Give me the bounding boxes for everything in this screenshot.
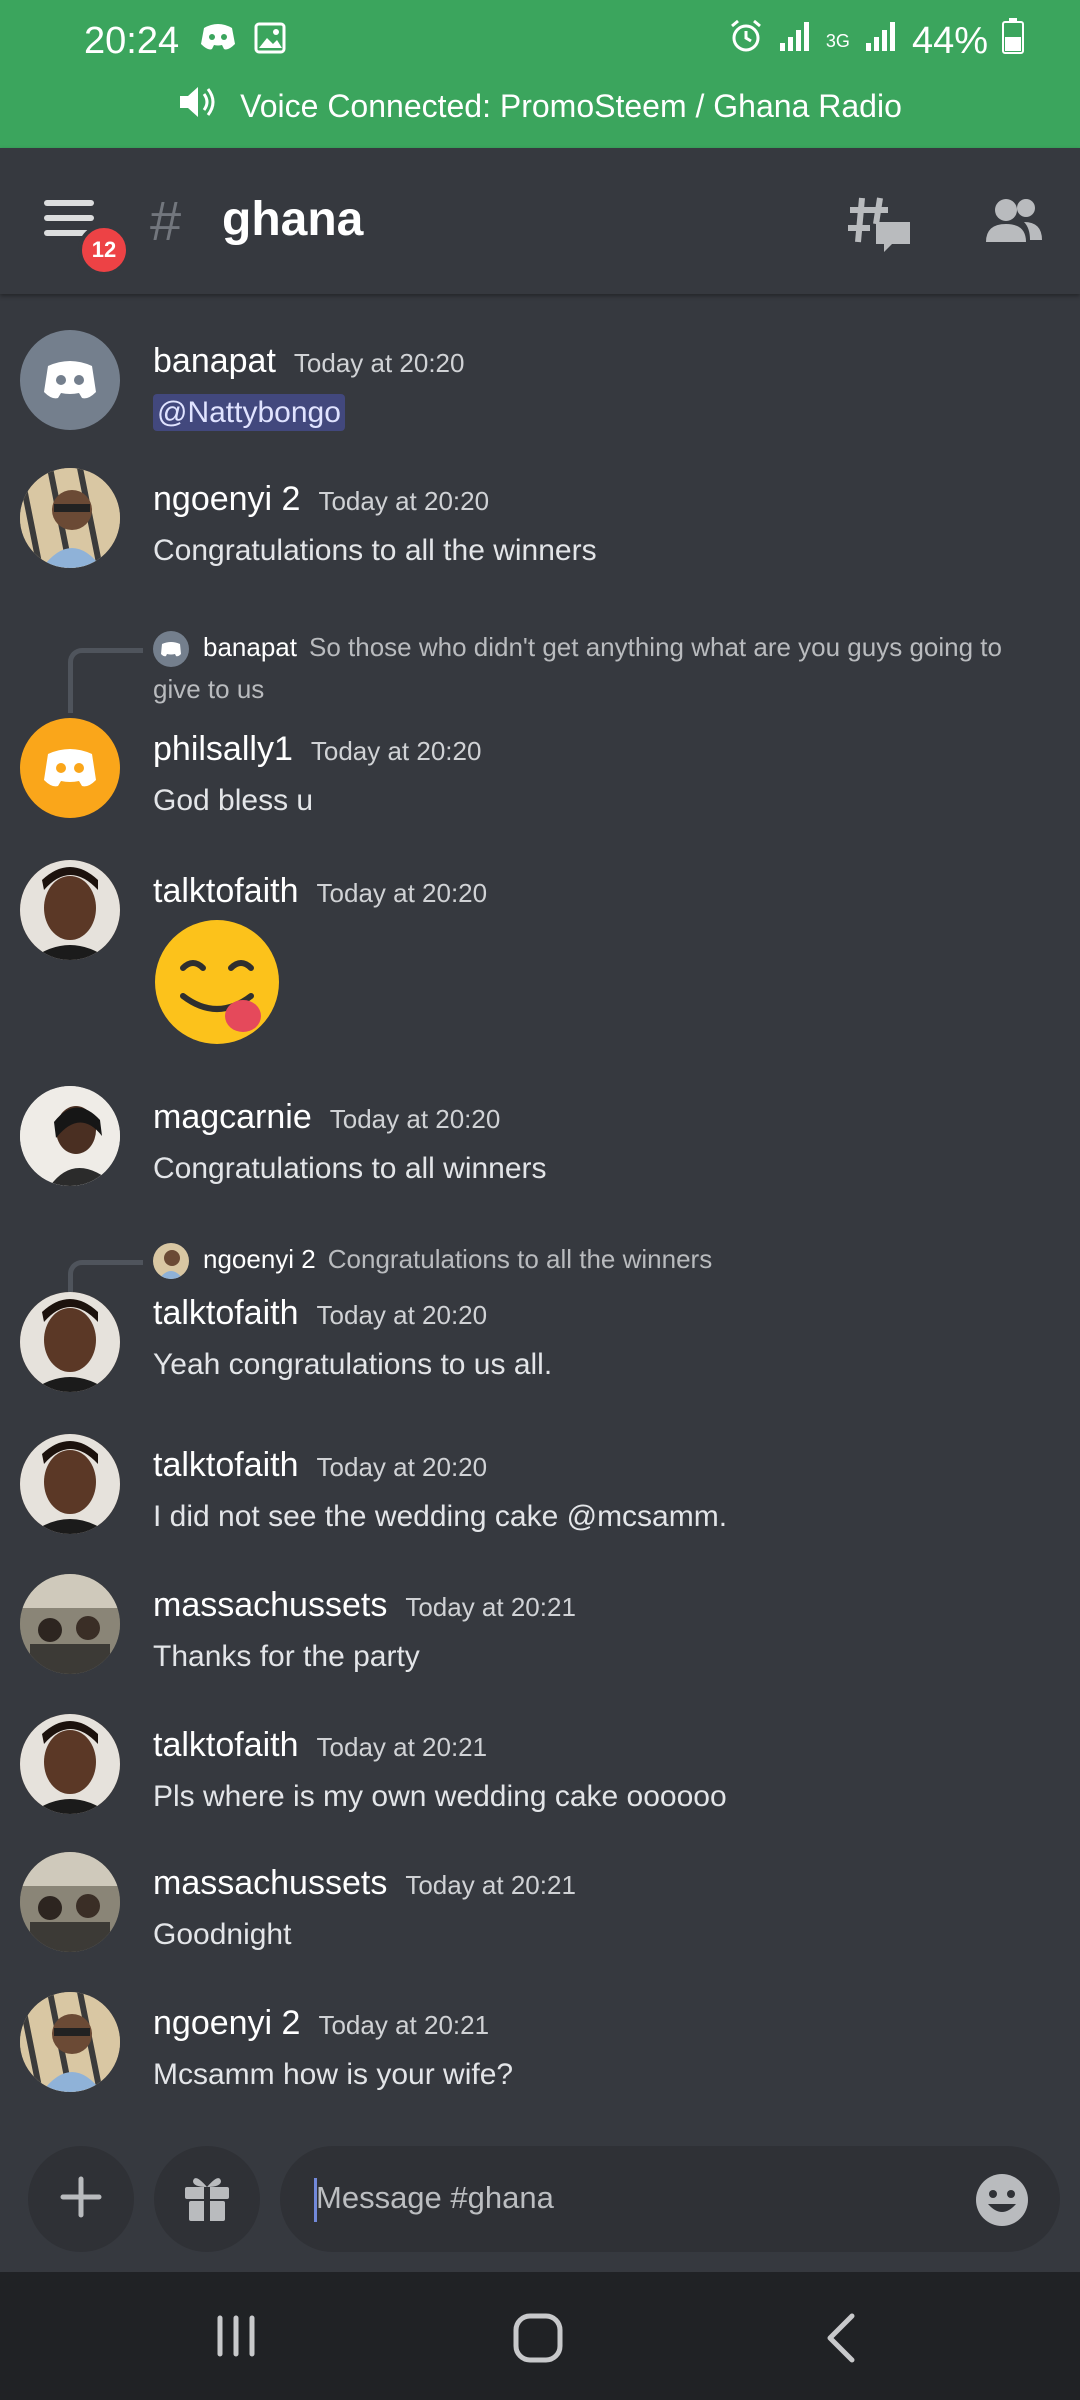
gallery-notification-icon [254,22,286,58]
message-composer: Message #ghana [0,2140,1080,2270]
message-text: Congratulations to all winners [153,1152,547,1185]
recent-apps-icon[interactable] [212,2312,260,2364]
username[interactable]: magcarnie [153,1098,312,1137]
username[interactable]: ngoenyi 2 [153,2004,300,2043]
reply-preview[interactable]: banapat So those who didn't get anything … [153,626,1033,710]
battery-percent: 44% [911,19,988,62]
system-navigation-bar [0,2272,1080,2400]
avatar[interactable] [20,330,120,430]
threads-icon[interactable] [848,194,912,258]
username[interactable]: banapat [153,342,276,381]
username[interactable]: talktofaith [153,872,299,911]
avatar[interactable] [20,1434,120,1534]
reply-avatar [153,631,189,668]
username[interactable]: philsally1 [153,730,293,769]
notification-badge: 12 [78,224,130,276]
timestamp: Today at 20:21 [405,1592,576,1622]
voice-connected-text: Voice Connected: PromoSteem / Ghana Radi… [240,87,902,124]
avatar[interactable] [20,1574,120,1674]
battery-icon [1002,18,1024,64]
reply-username: ngoenyi 2 [203,1244,316,1274]
message-text: Pls where is my own wedding cake oooooo [153,1780,727,1813]
gift-button[interactable] [154,2146,260,2252]
back-icon[interactable] [822,2312,862,2368]
username[interactable]: ngoenyi 2 [153,480,300,519]
reply-preview[interactable]: ngoenyi 2 Congratulations to all the winn… [153,1238,1033,1280]
avatar[interactable] [20,1852,120,1952]
avatar[interactable] [20,718,120,818]
alarm-icon [728,18,764,64]
signal-icon [778,19,812,63]
timestamp: Today at 20:21 [318,2010,490,2040]
avatar[interactable] [20,1714,120,1814]
emoji-picker-icon[interactable] [974,2172,1030,2232]
username[interactable]: talktofaith [153,1446,299,1485]
status-time: 20:24 [84,20,180,62]
reply-text: Congratulations to all the winners [327,1244,713,1274]
avatar[interactable] [20,1086,120,1186]
face-savoring-food-emoji [153,918,281,1046]
network-type-label: 3G [825,30,850,51]
timestamp: Today at 20:20 [316,878,488,908]
username[interactable]: talktofaith [153,1294,299,1333]
signal-icon-2 [864,19,898,63]
message-text: Yeah congratulations to us all. [153,1348,553,1381]
discord-notification-icon [200,22,236,58]
channel-title[interactable]: ghana [222,192,363,247]
username[interactable]: massachussets [153,1586,387,1625]
message-text: Goodnight [153,1918,292,1951]
timestamp: Today at 20:21 [316,1732,488,1762]
mention[interactable]: @Nattybongo [153,394,345,431]
timestamp: Today at 20:21 [405,1870,576,1900]
avatar[interactable] [20,1292,120,1392]
reply-username: banapat [203,632,297,662]
timestamp: Today at 20:20 [329,1104,501,1134]
message-text: God bless u [153,784,314,817]
message-input[interactable]: Message #ghana [280,2146,1060,2252]
avatar[interactable] [20,860,120,960]
channel-hash-icon: # [150,189,182,252]
username[interactable]: massachussets [153,1864,387,1903]
message-text: Thanks for the party [153,1640,420,1673]
home-icon[interactable] [512,2312,564,2368]
timestamp: Today at 20:20 [316,1300,488,1330]
username[interactable]: talktofaith [153,1726,299,1765]
timestamp: Today at 20:20 [316,1452,488,1482]
avatar[interactable] [20,1992,120,2092]
add-attachment-button[interactable] [28,2146,134,2252]
message-text: I did not see the wedding cake @mcsamm. [153,1500,728,1533]
reply-avatar [153,1243,189,1280]
gift-icon [181,2171,233,2227]
timestamp: Today at 20:20 [318,486,490,516]
speaker-icon [178,84,218,128]
avatar[interactable] [20,468,120,568]
message-input-placeholder: Message #ghana [316,2180,554,2215]
timestamp: Today at 20:20 [310,736,482,766]
message-text: Congratulations to all the winners [153,534,597,567]
plus-icon [59,2175,103,2223]
message-text: Mcsamm how is your wife? [153,2058,514,2091]
members-icon[interactable] [984,196,1044,250]
message-list[interactable]: banapat Today at 20:20 @Nattybongo ngoen… [0,294,1080,2140]
channel-header: 12 # ghana [0,148,1080,294]
voice-status-bar[interactable]: 20:24 3G 44% Voice Connected: PromoSteem… [0,0,1080,148]
timestamp: Today at 20:20 [293,348,465,378]
